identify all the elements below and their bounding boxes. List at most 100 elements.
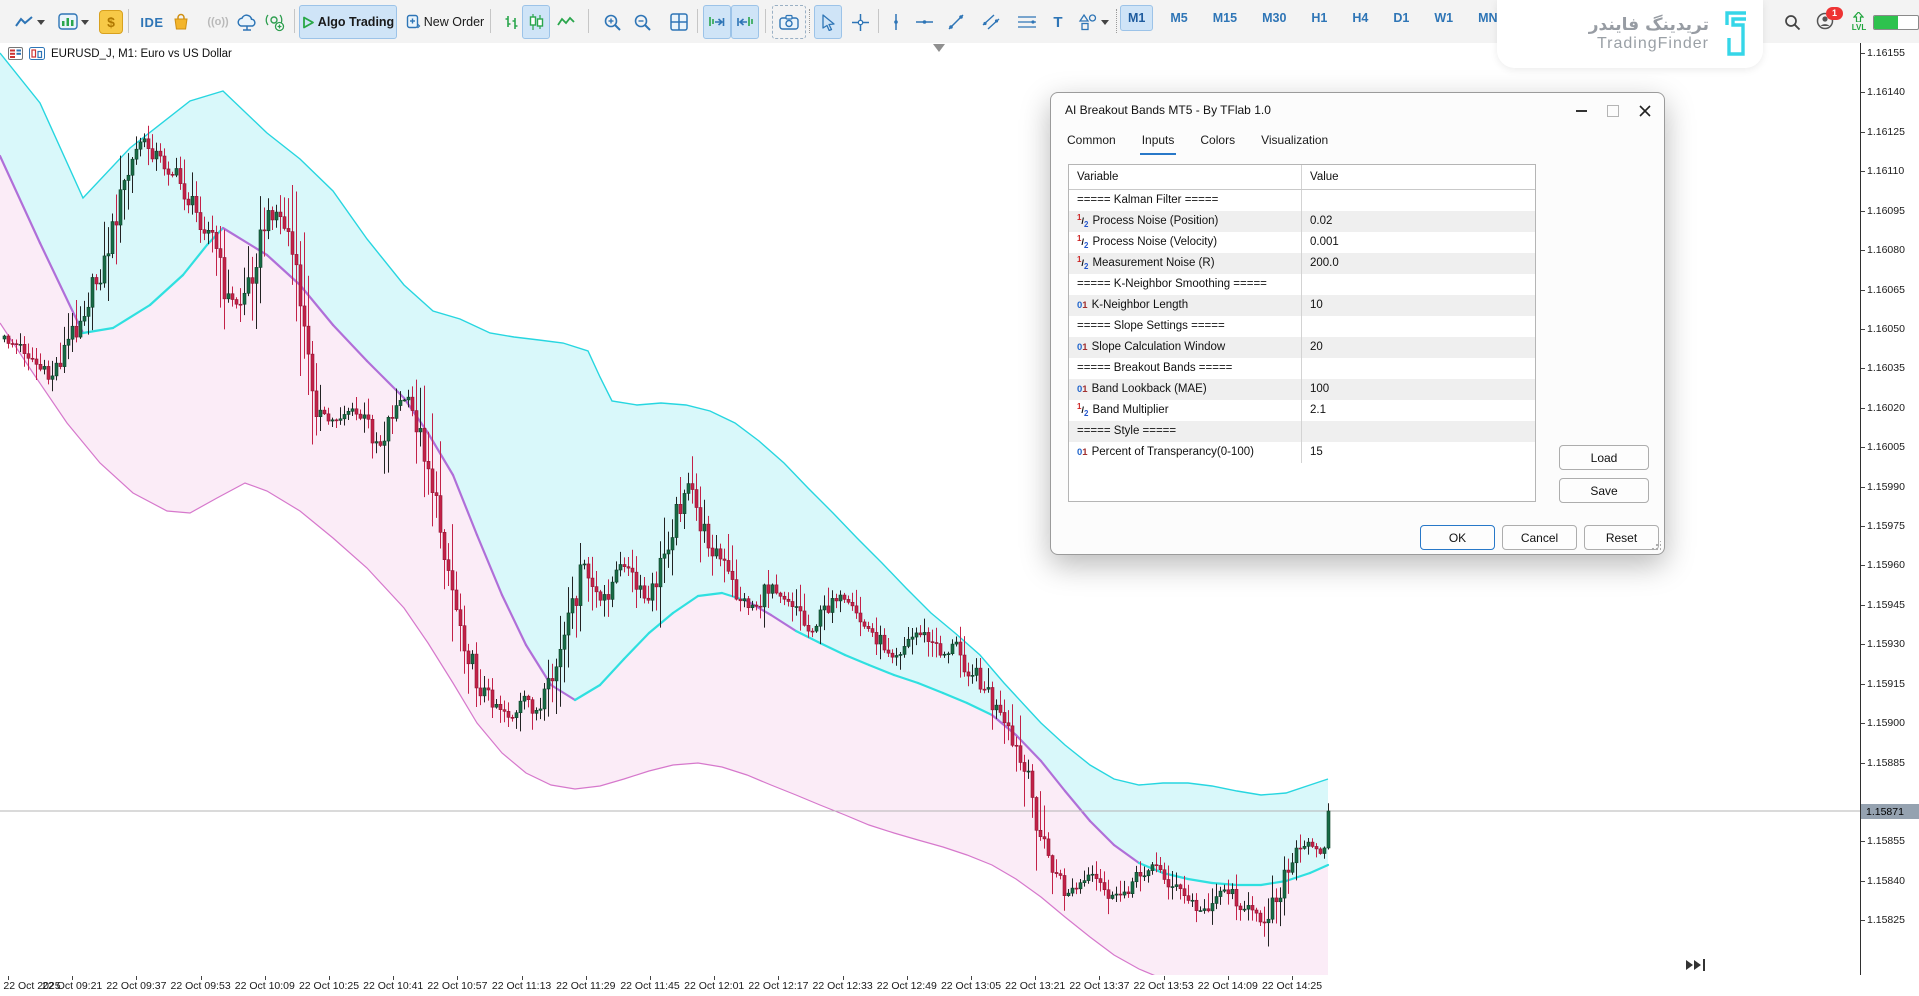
timeframe-button-h4[interactable]: H4 [1344,5,1376,31]
chart-type-button[interactable] [10,5,50,39]
value-cell[interactable] [1302,274,1535,295]
chart-shift-button[interactable] [731,5,759,39]
parameter-row[interactable]: 01K-Neighbor Length10 [1069,295,1535,316]
bid-price-box: 1.15871 [1861,804,1919,819]
tab-common[interactable]: Common [1065,129,1118,155]
cancel-button[interactable]: Cancel [1502,525,1577,550]
value-cell[interactable]: 0.001 [1302,232,1535,253]
market-button[interactable] [166,5,196,39]
broadcast-button[interactable] [258,5,292,39]
close-button[interactable] [1634,101,1656,121]
timeframe-button-m5[interactable]: M5 [1162,5,1195,31]
parameters-table[interactable]: VariableValue===== Kalman Filter =====1/… [1068,164,1536,502]
shift-left-icon [736,14,754,30]
variable-cell: 01Percent of Transperancy(0-100) [1069,442,1302,463]
timeframe-button-m30[interactable]: M30 [1254,5,1294,31]
parameter-row[interactable]: 01Band Lookback (MAE)100 [1069,379,1535,400]
section-row[interactable]: ===== Kalman Filter ===== [1069,190,1535,211]
price-tick-label: 1.16065 [1867,284,1905,296]
zoom-in-button[interactable] [596,5,628,39]
value-cell[interactable]: 10 [1302,295,1535,316]
value-cell[interactable]: 20 [1302,337,1535,358]
timeframe-button-d1[interactable]: D1 [1385,5,1417,31]
value-cell[interactable]: 0.02 [1302,211,1535,232]
section-row[interactable]: ===== Style ===== [1069,421,1535,442]
parameter-row[interactable]: 1/2Band Multiplier2.1 [1069,400,1535,421]
resize-grip[interactable] [1651,541,1661,551]
notifications-button[interactable]: 1 [1810,5,1840,39]
text-tool-button[interactable]: T [1045,5,1071,39]
section-row[interactable]: ===== K-Neighbor Smoothing ===== [1069,274,1535,295]
timeframe-button-h1[interactable]: H1 [1303,5,1335,31]
vertical-line-tool-button[interactable] [883,5,909,39]
account-progress[interactable] [1872,5,1919,39]
section-row[interactable]: ===== Slope Settings ===== [1069,316,1535,337]
ok-button[interactable]: OK [1420,525,1495,550]
value-cell[interactable] [1302,190,1535,211]
price-tick [1861,290,1865,291]
tile-windows-button[interactable] [663,5,695,39]
search-button[interactable] [1778,5,1806,39]
indicator-settings-dialog[interactable]: AI Breakout Bands MT5 - By TFlab 1.0 Com… [1050,92,1665,555]
time-tick-label: 22 Oct 14:25 [1262,980,1322,992]
ohlc-bars-icon [503,14,520,31]
reset-button[interactable]: Reset [1584,525,1659,550]
value-cell[interactable] [1302,421,1535,442]
indicators-button[interactable] [52,5,94,39]
crosshair-tool-button[interactable] [845,5,875,39]
integer-type-icon: 01 [1077,442,1088,463]
fibonacci-tool-button[interactable] [1011,5,1043,39]
section-row[interactable]: ===== Breakout Bands ===== [1069,358,1535,379]
currency-button[interactable]: $ [96,5,126,39]
shapes-tool-button[interactable] [1073,5,1113,39]
save-button[interactable]: Save [1559,478,1649,503]
value-cell[interactable] [1302,358,1535,379]
table-header-row[interactable]: VariableValue [1069,165,1535,190]
horizontal-line-tool-button[interactable] [909,5,939,39]
parameter-row[interactable]: 01Slope Calculation Window20 [1069,337,1535,358]
value-cell[interactable]: 100 [1302,379,1535,400]
algo-trading-button[interactable]: Algo Trading [299,5,397,39]
minimize-button[interactable] [1570,101,1592,121]
parameter-row[interactable]: 1/2Measurement Noise (R)200.0 [1069,253,1535,274]
timeframe-button-w1[interactable]: W1 [1426,5,1461,31]
timeframe-button-m15[interactable]: M15 [1205,5,1245,31]
lvl-icon: LVL [1852,12,1867,32]
parameter-row[interactable]: 1/2Process Noise (Velocity)0.001 [1069,232,1535,253]
trendline-tool-button[interactable] [941,5,971,39]
price-axis[interactable]: 1.161551.161401.161251.161101.160951.160… [1861,43,1919,975]
parameter-row[interactable]: 01Percent of Transperancy(0-100)15 [1069,442,1535,463]
time-tick-label: 22 Oct 13:21 [1005,980,1065,992]
screenshot-button[interactable] [772,5,806,39]
auto-scroll-button[interactable] [703,5,731,39]
tab-colors[interactable]: Colors [1198,129,1237,155]
maximize-button[interactable] [1602,101,1624,121]
tab-inputs[interactable]: Inputs [1140,129,1177,155]
signal-icon: ((o)) [207,16,228,28]
load-button[interactable]: Load [1559,445,1649,470]
toolbar-separator [1116,9,1117,33]
value-cell[interactable]: 15 [1302,442,1535,463]
parameter-row[interactable]: 1/2Process Noise (Position)0.02 [1069,211,1535,232]
cursor-tool-button[interactable] [814,5,842,39]
candlestick-mode-button[interactable] [522,5,550,39]
level-button[interactable]: LVL [1845,5,1873,39]
camera-icon [779,14,799,30]
new-order-button[interactable]: New Order [401,5,489,39]
timeframe-bar: M1M5M15M30H1H4D1W1MN [1120,5,1506,31]
line-chart-mode-button[interactable] [551,5,581,39]
price-tick [1861,881,1865,882]
channel-tool-button[interactable] [975,5,1007,39]
price-tick [1861,684,1865,685]
price-tick [1861,92,1865,93]
time-tick-label: 22 Oct 10:09 [235,980,295,992]
timeframe-button-m1[interactable]: M1 [1120,5,1153,31]
value-cell[interactable]: Value [1302,165,1535,189]
tab-visualization[interactable]: Visualization [1259,129,1330,155]
time-axis[interactable]: 22 Oct 202522 Oct 09:2122 Oct 09:3722 Oc… [0,976,1919,996]
value-cell[interactable]: 2.1 [1302,400,1535,421]
value-cell[interactable]: 200.0 [1302,253,1535,274]
value-cell[interactable] [1302,316,1535,337]
price-tick-label: 1.15855 [1867,835,1905,847]
zoom-out-button[interactable] [626,5,658,39]
